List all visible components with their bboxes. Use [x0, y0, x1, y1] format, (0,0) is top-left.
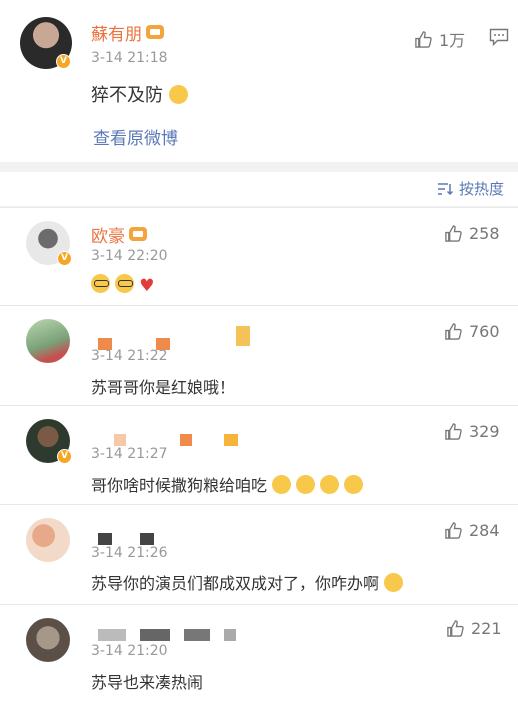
thumb-up-icon	[445, 225, 462, 242]
blurred-username	[140, 629, 170, 641]
comment-item: 3-14 21:26 苏导你的演员们都成双成对了，你咋办啊 284	[0, 504, 518, 604]
comment-item: 3-14 21:20 苏导也来凑热闹 221	[0, 604, 518, 717]
comment-text: 苏导也来凑热闹	[91, 673, 204, 692]
comment-bubble-icon[interactable]	[489, 28, 509, 46]
thumb-up-icon	[445, 323, 462, 340]
drool-emoji-icon	[272, 475, 292, 494]
commenter-avatar[interactable]	[26, 618, 70, 662]
blurred-username	[98, 629, 126, 641]
comment-text: ♥	[91, 274, 154, 296]
comment-text: 哥你啥时候撒狗粮给咱吃	[91, 472, 364, 496]
comment-like-button[interactable]: 258	[444, 224, 500, 243]
comment-time: 3-14 21:26	[91, 545, 168, 561]
commenter-avatar[interactable]	[26, 319, 70, 363]
verified-v-icon: V	[56, 54, 71, 69]
comment-like-button[interactable]: 329	[444, 422, 500, 441]
blurred-username	[180, 434, 192, 446]
blurred-username	[224, 629, 236, 641]
doge-emoji-icon	[168, 85, 188, 104]
member-crown-icon	[146, 25, 164, 39]
comment-time: 3-14 21:22	[91, 348, 168, 364]
comment-item: V 3-14 21:27 哥你啥时候撒狗粮给咱吃 329	[0, 405, 518, 504]
blurred-username	[184, 629, 210, 641]
laugh-cry-emoji-icon	[384, 573, 404, 592]
view-original-link[interactable]: 查看原微博	[93, 124, 178, 149]
sort-icon	[437, 182, 453, 195]
comment-item: 3-14 21:22 苏哥哥你是红娘哦！ 760	[0, 305, 518, 405]
post-like-button[interactable]: 1万	[414, 27, 465, 51]
post-time: 3-14 21:18	[91, 50, 168, 66]
thumb-up-icon	[415, 30, 432, 48]
heart-icon: ♥	[139, 276, 155, 296]
original-post: V 蘇有朋 3-14 21:18 猝不及防 查看原微博 1万	[0, 0, 518, 162]
blurred-username	[114, 434, 126, 446]
comment-like-button[interactable]: 284	[444, 521, 500, 540]
post-text: 猝不及防	[91, 81, 188, 107]
comment-time: 3-14 21:27	[91, 446, 168, 462]
doge-emoji-icon	[344, 475, 364, 494]
nerd-glasses-emoji-icon	[91, 274, 110, 293]
drool-emoji-icon	[296, 475, 316, 494]
nerd-glasses-emoji-icon	[115, 274, 135, 293]
comment-time: 3-14 22:20	[91, 248, 168, 264]
blurred-username	[236, 326, 250, 346]
commenter-name[interactable]: 欧豪	[91, 222, 147, 247]
blurred-username	[224, 434, 238, 446]
verified-v-icon: V	[57, 449, 72, 464]
comment-text: 苏哥哥你是红娘哦！	[91, 378, 236, 397]
member-crown-icon	[129, 227, 147, 241]
blurred-username	[98, 533, 112, 545]
thumb-up-icon	[447, 620, 464, 637]
comment-text: 苏导你的演员们都成双成对了，你咋办啊	[91, 570, 404, 594]
comment-item: V 欧豪 3-14 22:20 ♥ 258	[0, 207, 518, 305]
doge-emoji-icon	[320, 475, 340, 494]
post-author[interactable]: 蘇有朋	[91, 20, 164, 45]
commenter-avatar[interactable]	[26, 518, 70, 562]
sort-bar: 按热度	[0, 172, 518, 206]
sort-by-hot-button[interactable]: 按热度	[437, 178, 504, 199]
comment-like-button[interactable]: 221	[446, 619, 502, 638]
thumb-up-icon	[445, 522, 462, 539]
comment-time: 3-14 21:20	[91, 643, 168, 659]
comment-like-button[interactable]: 760	[444, 322, 500, 341]
blurred-username	[140, 533, 154, 545]
thumb-up-icon	[445, 423, 462, 440]
verified-v-icon: V	[57, 251, 72, 266]
